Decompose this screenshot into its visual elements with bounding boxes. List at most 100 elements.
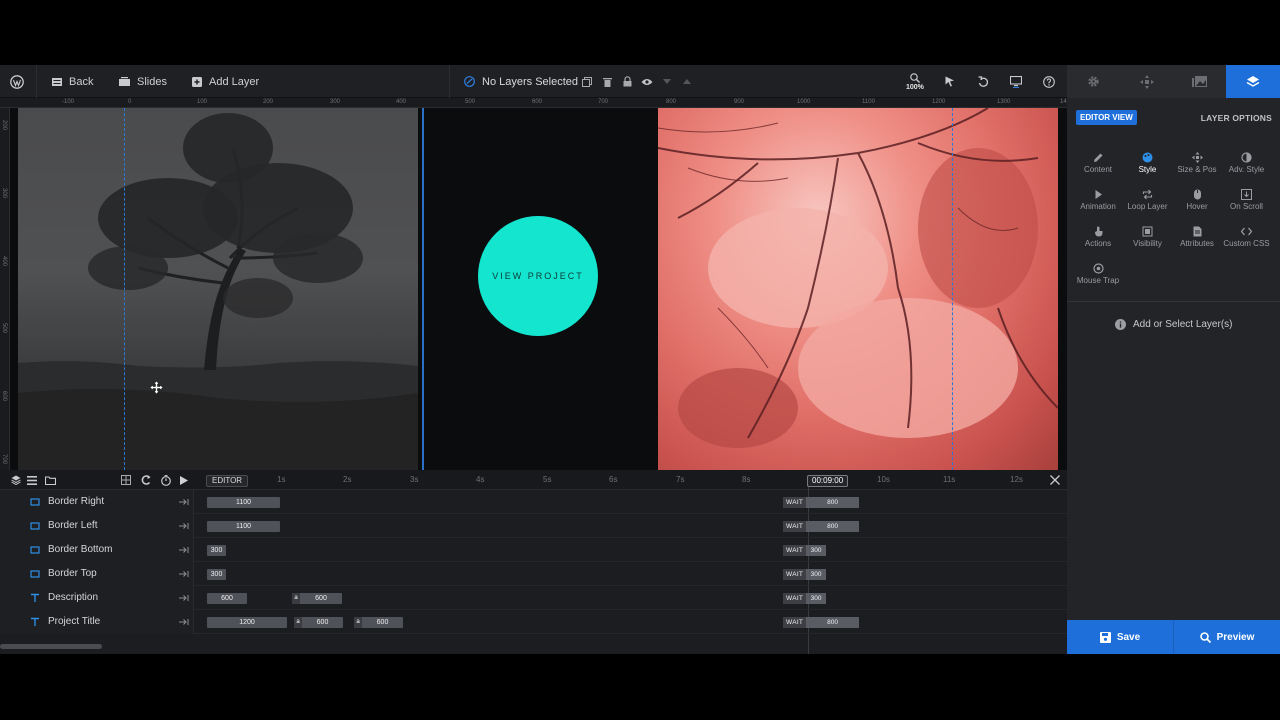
option-content[interactable]: Content: [1073, 149, 1123, 181]
jump-to-end-icon[interactable]: [178, 496, 190, 508]
jump-to-end-icon[interactable]: [178, 568, 190, 580]
wait-label: WAIT: [783, 617, 807, 628]
ruler-tick: 500: [1, 323, 7, 334]
zoom-control[interactable]: 100%: [906, 65, 924, 98]
layers-toggle[interactable]: [9, 473, 23, 487]
play-button[interactable]: [177, 473, 191, 487]
timeline-row-label[interactable]: Description: [0, 586, 194, 610]
clouds-photo[interactable]: [657, 108, 1059, 470]
wait-frame[interactable]: WAIT 800: [783, 497, 859, 508]
timeline-close-button[interactable]: [1048, 472, 1062, 488]
move-down-button[interactable]: [657, 65, 677, 98]
wait-frame[interactable]: WAIT 300: [783, 569, 826, 580]
timeline-tick: 5s: [543, 475, 552, 484]
animation-frame[interactable]: 600: [207, 593, 247, 604]
move-cursor-icon: [150, 381, 163, 394]
editor-mode-badge[interactable]: EDITOR: [206, 475, 249, 487]
timeline-row: Border Bottom 300 WAIT 300: [0, 538, 1067, 562]
lock-button[interactable]: [617, 65, 637, 98]
view-project-button[interactable]: VIEW PROJECT: [478, 216, 598, 336]
current-time-badge[interactable]: 00:09:00: [807, 475, 849, 487]
timeline-row-label[interactable]: Border Right: [0, 490, 194, 514]
editor-view-badge[interactable]: EDITOR VIEW: [1076, 110, 1137, 125]
layer-name: Border Right: [48, 496, 105, 507]
undo-button[interactable]: [973, 65, 993, 98]
list-toggle[interactable]: [25, 473, 39, 487]
animation-frame[interactable]: 1200: [207, 617, 287, 628]
option-hover[interactable]: Hover: [1172, 186, 1222, 218]
tree-photo[interactable]: [18, 108, 418, 470]
magnet-toggle[interactable]: [139, 473, 153, 487]
jump-to-end-icon[interactable]: [178, 520, 190, 532]
option-on-scroll[interactable]: On Scroll: [1222, 186, 1272, 218]
option-icon-wrap: [1222, 223, 1272, 239]
option-label: Attributes: [1180, 239, 1214, 248]
option-attributes[interactable]: Attributes: [1172, 223, 1222, 255]
option-adv-style[interactable]: Adv. Style: [1222, 149, 1272, 181]
option-size-pos[interactable]: Size & Pos: [1172, 149, 1222, 181]
animation-frame[interactable]: 1100: [207, 521, 280, 532]
jump-to-end-icon[interactable]: [178, 544, 190, 556]
option-style[interactable]: Style: [1123, 149, 1173, 181]
move-up-button[interactable]: [677, 65, 697, 98]
add-layer-button[interactable]: Add Layer: [192, 65, 259, 98]
help-button[interactable]: [1039, 65, 1059, 98]
option-actions[interactable]: Actions: [1073, 223, 1123, 255]
animation-frame[interactable]: 300: [207, 545, 226, 556]
slide-canvas[interactable]: VIEW PROJECT: [10, 108, 1067, 470]
jump-to-end-icon[interactable]: [178, 592, 190, 604]
guide-line-right[interactable]: [952, 108, 953, 470]
animation-frame[interactable]: 300: [207, 569, 226, 580]
timeline-tick: 3s: [410, 475, 419, 484]
wait-duration: 800: [827, 499, 839, 506]
snap-toggle[interactable]: [119, 473, 133, 487]
option-label: Animation: [1080, 202, 1116, 211]
timeline-row-label[interactable]: Border Left: [0, 514, 194, 538]
tab-navigation[interactable]: [1120, 65, 1173, 98]
timeline-row-label[interactable]: Border Bottom: [0, 538, 194, 562]
wait-frame[interactable]: WAIT 300: [783, 593, 826, 604]
loop-icon: [1142, 189, 1153, 199]
animation-frame[interactable]: a 600: [294, 617, 343, 628]
guide-line-left[interactable]: [124, 108, 125, 470]
option-visibility[interactable]: Visibility: [1123, 223, 1173, 255]
timing-toggle[interactable]: [159, 473, 173, 487]
tab-layers[interactable]: [1226, 65, 1280, 98]
delete-button[interactable]: [597, 65, 617, 98]
option-custom-css[interactable]: Custom CSS: [1222, 223, 1272, 255]
duplicate-button[interactable]: [577, 65, 597, 98]
wordpress-logo-button[interactable]: [10, 65, 24, 98]
option-loop-layer[interactable]: Loop Layer: [1123, 186, 1173, 218]
option-label: Mouse Trap: [1076, 276, 1120, 285]
wait-frame[interactable]: WAIT 800: [783, 521, 859, 532]
timeline-scrollbar[interactable]: [0, 644, 102, 649]
option-icon-wrap: [1222, 186, 1272, 202]
animation-frame[interactable]: 1100: [207, 497, 280, 508]
back-button[interactable]: Back: [52, 65, 93, 98]
wait-duration: 800: [827, 619, 839, 626]
animation-frame[interactable]: a 600: [292, 593, 342, 604]
slides-button[interactable]: Slides: [119, 65, 167, 98]
device-desktop-button[interactable]: [1006, 65, 1026, 98]
save-button[interactable]: Save: [1067, 620, 1173, 654]
horizontal-ruler: -100 0 100 200 300 400 500 600 700 800 900 1000 1100…: [0, 98, 1067, 108]
preview-button[interactable]: Preview: [1173, 620, 1280, 654]
animation-frame[interactable]: a 600: [354, 617, 403, 628]
visibility-button[interactable]: [637, 65, 657, 98]
wait-label: WAIT: [783, 593, 807, 604]
wait-frame[interactable]: WAIT 300: [783, 545, 826, 556]
stopwatch-icon: [161, 474, 171, 486]
wait-frame[interactable]: WAIT 800: [783, 617, 859, 628]
option-icon-wrap: [1073, 260, 1123, 276]
option-animation[interactable]: Animation: [1073, 186, 1123, 218]
select-tool-button[interactable]: [940, 65, 960, 98]
jump-to-end-icon[interactable]: [178, 616, 190, 628]
wait-label: WAIT: [783, 569, 807, 580]
tab-slides[interactable]: [1173, 65, 1226, 98]
timeline-row-label[interactable]: Project Title: [0, 610, 194, 634]
lock-icon: [623, 76, 631, 87]
folder-toggle[interactable]: [43, 473, 57, 487]
option-mouse-trap[interactable]: Mouse Trap: [1073, 260, 1123, 292]
tab-settings[interactable]: [1067, 65, 1120, 98]
timeline-row-label[interactable]: Border Top: [0, 562, 194, 586]
